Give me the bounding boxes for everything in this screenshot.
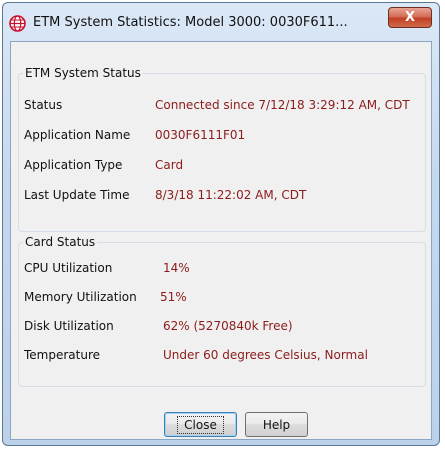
memory-utilization-value: 51% (160, 290, 187, 304)
status-value: Connected since 7/12/18 3:29:12 AM, CDT (155, 98, 410, 112)
memory-utilization-label: Memory Utilization (24, 290, 137, 304)
window-title: ETM System Statistics: Model 3000: 0030F… (33, 15, 348, 30)
application-type-label: Application Type (24, 158, 123, 172)
close-icon: X (404, 10, 416, 25)
card-status-group: Card Status (18, 235, 426, 387)
close-button-label: Close (177, 415, 224, 434)
help-button-label: Help (262, 417, 291, 432)
application-name-label: Application Name (24, 128, 131, 142)
cpu-utilization-value: 14% (163, 261, 190, 275)
system-status-group: ETM System Status (18, 66, 426, 232)
temperature-value: Under 60 degrees Celsius, Normal (163, 348, 368, 362)
dialog-window: ETM System Statistics: Model 3000: 0030F… (2, 2, 440, 446)
help-button[interactable]: Help (245, 412, 308, 437)
close-button[interactable]: Close (164, 412, 237, 437)
disk-utilization-value: 62% (5270840k Free) (163, 319, 293, 333)
application-name-value: 0030F6111F01 (155, 128, 246, 142)
window-close-button[interactable]: X (388, 7, 432, 28)
dialog-content: ETM System Status Status Connected since… (10, 41, 432, 440)
disk-utilization-label: Disk Utilization (24, 319, 114, 333)
application-type-value: Card (155, 158, 184, 172)
status-label: Status (24, 98, 63, 112)
card-status-legend: Card Status (25, 235, 96, 249)
globe-icon (9, 15, 26, 32)
last-update-time-value: 8/3/18 11:22:02 AM, CDT (155, 188, 307, 202)
temperature-label: Temperature (24, 348, 101, 362)
cpu-utilization-label: CPU Utilization (24, 261, 113, 275)
system-status-legend: ETM System Status (25, 66, 141, 80)
last-update-time-label: Last Update Time (24, 188, 130, 202)
title-bar[interactable]: ETM System Statistics: Model 3000: 0030F… (3, 3, 439, 41)
